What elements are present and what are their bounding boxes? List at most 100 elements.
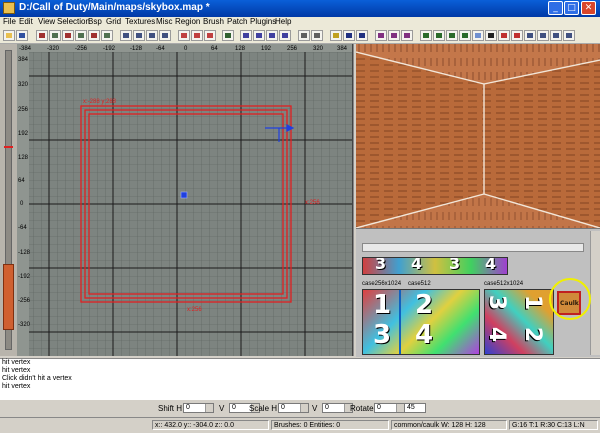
- select-touching-icon[interactable]: [133, 30, 145, 41]
- tile2-0: 3: [484, 294, 510, 311]
- brush-height-label: x:256: [305, 200, 320, 206]
- menu-plugins[interactable]: Plugins: [250, 17, 276, 26]
- csg-subtract-icon[interactable]: [178, 30, 190, 41]
- grid-icon[interactable]: [550, 30, 562, 41]
- close-button[interactable]: ✕: [581, 1, 596, 15]
- console-log[interactable]: hit vertex hit vertex Click didn't hit a…: [0, 358, 600, 401]
- change-view-icon[interactable]: [240, 30, 252, 41]
- camera-view-icon[interactable]: [279, 30, 291, 41]
- tile1-1: 2: [415, 290, 434, 320]
- menu-file[interactable]: File: [3, 17, 16, 26]
- status-texture: common/caulk W: 128 H: 128: [391, 420, 507, 430]
- texture-filter-bar[interactable]: [362, 243, 584, 252]
- texture-label-case256x1024: case256x1024: [362, 281, 402, 287]
- rotate-step-input[interactable]: 45: [404, 403, 426, 413]
- menu-misc[interactable]: Misc: [156, 17, 172, 26]
- rotate-y-icon[interactable]: [75, 30, 87, 41]
- camera-3d-view[interactable]: [355, 44, 600, 229]
- ruler-left-7: -64: [18, 225, 27, 231]
- patch-bend-icon[interactable]: [388, 30, 400, 41]
- tile2-1: 1: [520, 294, 546, 311]
- rotate-input[interactable]: 0: [374, 403, 405, 413]
- toolbar: [0, 29, 600, 44]
- shift-h-value: 0: [186, 404, 190, 411]
- menu-patch[interactable]: Patch: [227, 17, 247, 26]
- vertex-select-icon[interactable]: [472, 30, 484, 41]
- line-tool-icon[interactable]: [485, 30, 497, 41]
- clipper-icon[interactable]: [222, 30, 234, 41]
- shift-h-spinner-icon[interactable]: [205, 404, 213, 412]
- grid-2d-canvas[interactable]: -384 -320 -256 -192 -128 -64 0 64 128 19…: [17, 44, 353, 356]
- menu-view[interactable]: View: [38, 17, 55, 26]
- highlight-circle: [549, 278, 591, 320]
- texture-label-case512: case512: [408, 281, 431, 287]
- texture-browser[interactable]: 3 4 3 4 case256x1024 case512 case512x102…: [356, 228, 600, 357]
- status-coords: x:: 432.0 y:: -304.0 z:: 0.0: [152, 420, 269, 430]
- menu-region[interactable]: Region: [175, 17, 200, 26]
- save-icon[interactable]: [16, 30, 28, 41]
- texture-view-icon[interactable]: [253, 30, 265, 41]
- rotate-spinner-icon[interactable]: [396, 404, 404, 412]
- texture-scrollbar[interactable]: [590, 231, 600, 355]
- scale-v-value: 0: [325, 404, 329, 411]
- select-inside-icon[interactable]: [159, 30, 171, 41]
- flip-z-icon[interactable]: [88, 30, 100, 41]
- rotate-z-icon[interactable]: [101, 30, 113, 41]
- shift-h-input[interactable]: 0: [183, 403, 214, 413]
- menu-brush[interactable]: Brush: [203, 17, 224, 26]
- select-partial-tall-icon[interactable]: [146, 30, 158, 41]
- menu-textures[interactable]: Textures: [125, 17, 155, 26]
- patch-icon[interactable]: [375, 30, 387, 41]
- entity-view-icon[interactable]: [298, 30, 310, 41]
- brush-coord-label: x:-288 y:288: [83, 99, 117, 105]
- drag-vertices-icon[interactable]: [446, 30, 458, 41]
- texture-case512x1024[interactable]: 3 1 4 2: [484, 289, 554, 355]
- minimize-button[interactable]: _: [548, 1, 563, 15]
- ruler-top-4: -128: [130, 46, 143, 52]
- z-view-strip[interactable]: [0, 44, 18, 356]
- menu-edit[interactable]: Edit: [19, 17, 33, 26]
- hollow-icon[interactable]: [204, 30, 216, 41]
- menu-grid[interactable]: Grid: [106, 17, 121, 26]
- drag-edges-icon[interactable]: [459, 30, 471, 41]
- patch-insert-icon[interactable]: [401, 30, 413, 41]
- edge-edit-icon[interactable]: [356, 30, 368, 41]
- rotate-x-icon[interactable]: [49, 30, 61, 41]
- flip-y-icon[interactable]: [62, 30, 74, 41]
- menu-help[interactable]: Help: [275, 17, 291, 26]
- show-paths-icon[interactable]: [420, 30, 432, 41]
- grid-2d-view[interactable]: -384 -320 -256 -192 -128 -64 0 64 128 19…: [17, 44, 353, 356]
- csg-merge-icon[interactable]: [191, 30, 203, 41]
- zoom-icon[interactable]: [563, 30, 575, 41]
- texture-row-top[interactable]: 3 4 3 4: [362, 257, 508, 275]
- texture-label-case512x1024: case512x1024: [484, 281, 524, 287]
- tile2-3: 2: [520, 326, 546, 343]
- ruler-left-10: -256: [18, 298, 31, 304]
- light-icon[interactable]: [330, 30, 342, 41]
- rotate-icon[interactable]: [537, 30, 549, 41]
- texture-lock-icon[interactable]: [311, 30, 323, 41]
- menu-selection[interactable]: Selection: [57, 17, 90, 26]
- ruler-top-9: 192: [261, 46, 272, 52]
- select-mode-icon[interactable]: [433, 30, 445, 41]
- open-icon[interactable]: [3, 30, 15, 41]
- vertex-edit-icon[interactable]: [343, 30, 355, 41]
- scale-h-label: Scale H: [249, 404, 278, 413]
- ruler-left-0: 384: [18, 57, 29, 63]
- scale-h-input[interactable]: 0: [278, 403, 309, 413]
- brush-select-icon[interactable]: [511, 30, 523, 41]
- title-bar: D:/Call of Duty/Main/maps/skybox.map * _…: [0, 0, 600, 17]
- scale-v-input[interactable]: 0: [322, 403, 353, 413]
- scale-h-spinner-icon[interactable]: [300, 404, 308, 412]
- texture-case512[interactable]: 1 2 3 4: [362, 289, 480, 355]
- menu-bsp[interactable]: Bsp: [88, 17, 102, 26]
- camera-3d-canvas[interactable]: [355, 44, 600, 229]
- rotate-label: Rotate: [350, 404, 374, 413]
- flip-x-icon[interactable]: [36, 30, 48, 41]
- face-select-icon[interactable]: [498, 30, 510, 41]
- scale-icon[interactable]: [524, 30, 536, 41]
- cubic-clip-icon[interactable]: [266, 30, 278, 41]
- select-complete-tall-icon[interactable]: [120, 30, 132, 41]
- rotate-step-value: 45: [407, 404, 415, 411]
- maximize-button[interactable]: □: [564, 1, 579, 15]
